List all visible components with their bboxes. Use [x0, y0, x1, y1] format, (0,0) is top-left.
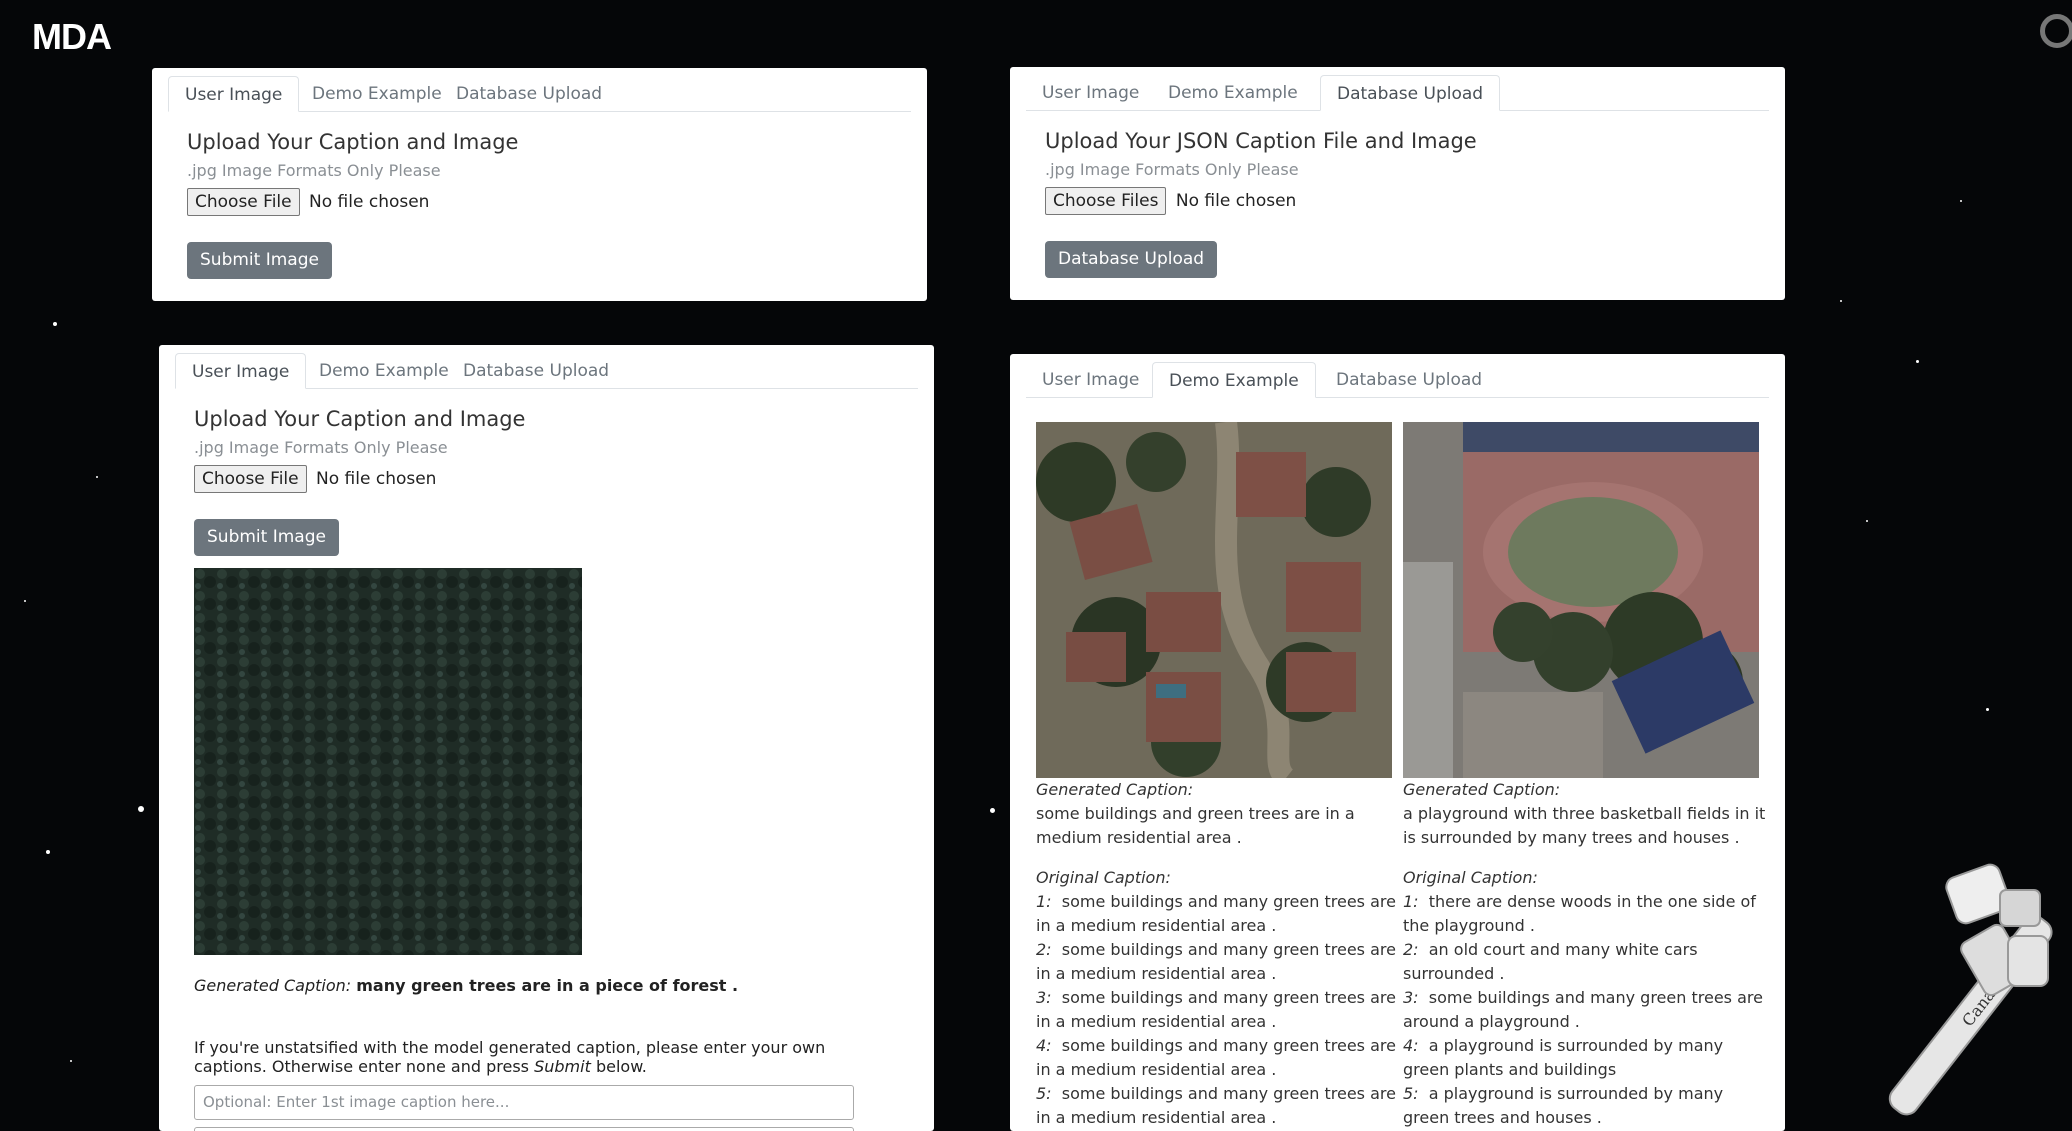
demo-image-playground [1403, 422, 1759, 778]
choose-file-button[interactable]: Choose File [194, 465, 307, 493]
original-caption-item: 3: some buildings and many green trees a… [1403, 988, 1763, 1031]
original-caption-label: Original Caption: [1036, 868, 1171, 887]
original-caption-item: 2: an old court and many white cars surr… [1403, 940, 1698, 983]
choose-file-button[interactable]: Choose File [187, 188, 300, 216]
tab-database-upload[interactable]: Database Upload [447, 353, 625, 389]
canadarm-decoration: Canada [1888, 863, 2053, 1116]
tab-user-image[interactable]: User Image [1026, 75, 1155, 111]
upload-panel-user: User Image Demo Example Database Upload … [152, 68, 927, 301]
upload-heading: Upload Your Caption and Image [187, 130, 519, 154]
caption-result-panel: User Image Demo Example Database Upload … [159, 345, 934, 1131]
generated-caption-label: Generated Caption: [1036, 780, 1194, 799]
file-status: No file chosen [1175, 191, 1297, 211]
generated-caption-label: Generated Caption: [194, 976, 352, 995]
file-status: No file chosen [309, 192, 430, 212]
tab-demo-example[interactable]: Demo Example [296, 76, 458, 112]
instructions-submit-word: Submit [534, 1057, 591, 1076]
file-input[interactable]: Choose Files No file chosen [1045, 187, 1296, 215]
file-input[interactable]: Choose File No file chosen [194, 465, 436, 493]
database-upload-button[interactable]: Database Upload [1045, 241, 1218, 278]
original-caption-item: 4: some buildings and many green trees a… [1036, 1036, 1396, 1079]
demo-example-panel: User Image Demo Example Database Upload [1010, 354, 1785, 1131]
upload-panel-database: User Image Demo Example Database Upload … [1010, 67, 1785, 300]
demo-image-residential [1036, 422, 1392, 778]
upload-heading: Upload Your JSON Caption File and Image [1045, 129, 1477, 153]
tab-demo-example[interactable]: Demo Example [1152, 362, 1316, 398]
tab-user-image[interactable]: User Image [1026, 362, 1155, 398]
original-caption-item: 5: some buildings and many green trees a… [1036, 1084, 1396, 1127]
caption-input-2[interactable] [194, 1127, 854, 1131]
demo-caption-column-1: Generated Caption: some buildings and gr… [1036, 778, 1400, 1130]
submit-image-button[interactable]: Submit Image [194, 519, 339, 556]
github-icon[interactable] [2040, 14, 2072, 48]
tab-database-upload[interactable]: Database Upload [1320, 75, 1501, 111]
tab-bar: User Image Demo Example Database Upload [1026, 354, 1769, 398]
format-hint: .jpg Image Formats Only Please [1045, 160, 1299, 179]
instructions-post: below. [595, 1057, 647, 1076]
demo-caption-column-2: Generated Caption: a playground with thr… [1403, 778, 1767, 1130]
generated-caption-text: a playground with three basketball field… [1403, 804, 1766, 847]
original-caption-label: Original Caption: [1403, 868, 1538, 887]
original-caption-item: 5: a playground is surrounded by many gr… [1403, 1084, 1724, 1127]
generated-caption-label: Generated Caption: [1403, 780, 1561, 799]
file-status: No file chosen [316, 469, 437, 489]
format-hint: .jpg Image Formats Only Please [194, 438, 448, 457]
generated-caption-text: some buildings and green trees are in a … [1036, 804, 1355, 847]
instructions-pre: If you're unstatsified with the model ge… [194, 1038, 826, 1076]
original-caption-item: 1: there are dense woods in the one side… [1403, 892, 1756, 935]
file-input[interactable]: Choose File No file chosen [187, 188, 429, 216]
tab-user-image[interactable]: User Image [175, 353, 307, 389]
tab-bar: User Image Demo Example Database Upload [1026, 67, 1769, 111]
caption-input-1[interactable]: Optional: Enter 1st image caption here..… [194, 1085, 854, 1120]
tab-demo-example[interactable]: Demo Example [303, 353, 465, 389]
original-caption-item: 3: some buildings and many green trees a… [1036, 988, 1396, 1031]
tab-user-image[interactable]: User Image [168, 76, 300, 112]
generated-caption-text: many green trees are in a piece of fores… [356, 976, 739, 995]
submit-image-button[interactable]: Submit Image [187, 242, 332, 279]
brand-logo: MDA [32, 16, 112, 57]
format-hint: .jpg Image Formats Only Please [187, 161, 441, 180]
tab-database-upload[interactable]: Database Upload [1320, 362, 1498, 398]
choose-files-button[interactable]: Choose Files [1045, 187, 1167, 215]
upload-heading: Upload Your Caption and Image [194, 407, 526, 431]
tab-database-upload[interactable]: Database Upload [440, 76, 618, 112]
original-caption-item: 4: a playground is surrounded by many gr… [1403, 1036, 1724, 1079]
tab-bar: User Image Demo Example Database Upload [175, 345, 918, 389]
original-caption-item: 2: some buildings and many green trees a… [1036, 940, 1396, 983]
generated-caption: Generated Caption: many green trees are … [194, 976, 738, 995]
instructions-text: If you're unstatsified with the model ge… [194, 1038, 854, 1076]
uploaded-forest-image [194, 568, 582, 955]
tab-demo-example[interactable]: Demo Example [1152, 75, 1314, 111]
tab-bar: User Image Demo Example Database Upload [168, 68, 911, 112]
original-caption-item: 1: some buildings and many green trees a… [1036, 892, 1396, 935]
